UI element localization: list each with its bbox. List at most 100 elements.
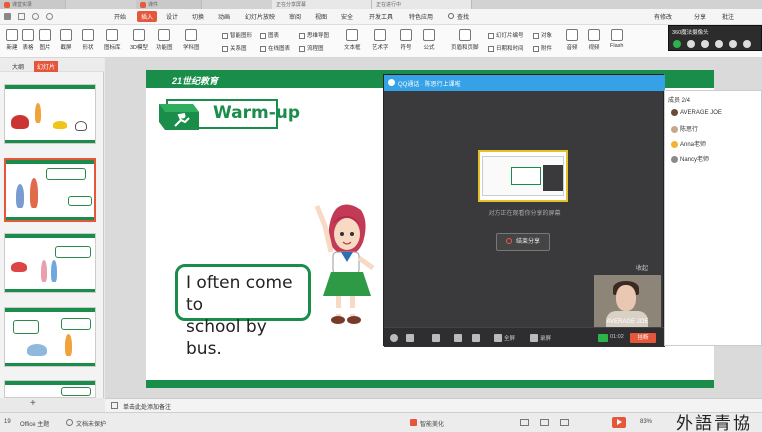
stop-sharing-button[interactable]: 结束分享 [496,233,550,251]
fullscreen-icon[interactable] [494,334,502,342]
whiteboard-icon[interactable] [472,334,480,342]
browser-tab[interactable]: 正在进行中 [372,0,472,9]
menu-view[interactable]: 视图 [315,12,327,21]
subject-chart-button[interactable]: 学科图 [183,29,200,51]
datetime-button[interactable]: 日期和时间 [488,44,524,52]
wordart-button[interactable]: 艺术字 [372,29,389,51]
object-button[interactable]: 对象 [533,31,552,39]
play-slideshow-button[interactable] [612,417,626,428]
menu-insert[interactable]: 插入 [137,11,158,22]
minus-icon[interactable] [687,40,695,48]
add-slide-plus-icon[interactable]: + [30,398,36,409]
screenshot-button[interactable]: 截屏 [60,29,72,51]
picture-button[interactable]: 图片 [39,29,51,51]
symbol-button[interactable]: 符号 [400,29,412,51]
3d-model-button[interactable]: 3D模型 [130,29,148,51]
normal-view-icon[interactable] [520,419,529,426]
slide-thumbnail[interactable] [4,307,96,367]
new-slide-button[interactable]: 新建 [6,29,18,51]
menu-design[interactable]: 设计 [166,12,178,21]
camera-mini-window[interactable]: 360魔法摄像头 [668,25,762,51]
qq-title-bar[interactable]: QQ通话 · 陈思行上课啦 [384,75,665,91]
menu-review[interactable]: 审阅 [289,12,301,21]
flowchart-button[interactable]: 流程图 [299,44,324,52]
icon-library-button[interactable]: 图标库 [104,29,121,51]
hamburger-icon[interactable] [4,13,11,20]
menu-slideshow[interactable]: 幻灯片放映 [245,12,275,21]
smartart-button[interactable]: 智能图形 [222,31,252,39]
changes-button[interactable]: 有修改 [654,12,672,21]
online-chart-button[interactable]: 在线图表 [260,44,290,52]
search-icon[interactable] [448,13,454,19]
table-button[interactable]: 表格 [22,29,34,51]
speaker-icon[interactable] [406,334,414,342]
slide-thumbnail-selected[interactable] [4,158,96,222]
slide-thumbnail[interactable] [4,233,96,293]
camera-icon[interactable] [432,334,440,342]
save-icon[interactable] [18,13,25,20]
notes-pane[interactable]: 单击此处添加备注 [105,398,762,412]
audio-button[interactable]: 音频 [566,29,578,51]
brand-logo: 21世纪教育 [172,76,219,86]
share-button[interactable]: 分享 [694,12,706,21]
collapse-button[interactable]: 收起 [636,263,648,272]
tab-outline[interactable]: 大纲 [12,62,24,71]
slide-number-button[interactable]: 幻灯片编号 [488,31,524,39]
menu-start[interactable]: 开始 [114,12,126,21]
camera-icon[interactable] [701,40,709,48]
browser-tab[interactable]: 课堂实录 [0,0,66,9]
slide-sorter-icon[interactable] [540,419,549,426]
microphone-icon[interactable] [390,334,398,342]
comment-button[interactable]: 批注 [722,12,734,21]
relation-chart-button[interactable]: 关系图 [222,44,247,52]
reading-view-icon[interactable] [560,419,569,426]
shape-button[interactable]: 形状 [82,29,94,51]
thumb-bike [75,121,87,131]
tab-label: 课件 [148,2,159,8]
menu-animation[interactable]: 动画 [218,12,230,21]
member-item[interactable]: Nancy老师 [671,154,709,163]
header-footer-button[interactable]: 页眉和页脚 [451,29,479,51]
undo-icon[interactable] [32,13,39,20]
mindmap-button[interactable]: 思维导图 [299,31,329,39]
menu-security[interactable]: 安全 [341,12,353,21]
menu-search[interactable]: 查找 [457,12,469,21]
tools-icon[interactable] [715,40,723,48]
tab-slides[interactable]: 幻灯片 [34,61,59,72]
browser-tab[interactable]: 正在分享屏幕 [272,0,372,9]
qq-call-window[interactable]: QQ通话 · 陈思行上课啦 对方正在观看你分享的屏幕 结束分享 收起 AVERA… [383,74,665,347]
attachment-button[interactable]: 附件 [533,44,552,52]
menu-transition[interactable]: 切换 [192,12,204,21]
member-item[interactable]: AVERAGE JOE [671,109,722,116]
fullscreen-label[interactable]: 全屏 [504,334,515,342]
pause-icon[interactable] [673,40,681,48]
thumb-bubble [61,318,91,330]
zoom-level[interactable]: 83% [640,419,652,425]
ribbon-label: 视频 [588,45,600,51]
member-item[interactable]: Anna老师 [671,139,706,148]
menu-features[interactable]: 特色应用 [409,12,433,21]
video-button[interactable]: 视频 [588,29,600,51]
window-tab-strip: 课堂实录 课件 正在分享屏幕 正在进行中 [0,0,762,9]
settings-icon[interactable] [743,40,751,48]
record-icon[interactable] [530,334,538,342]
screen-icon[interactable] [729,40,737,48]
flash-button[interactable]: Flash [610,29,623,49]
hang-up-button[interactable]: 挂断 [630,333,656,343]
chart-button[interactable]: 图表 [260,31,279,39]
slide-thumbnail[interactable] [4,84,96,144]
screen-share-icon[interactable] [454,334,462,342]
protect-status[interactable]: 文档未保护 [76,419,106,428]
smart-beauty-button[interactable]: 智能美化 [420,419,444,428]
function-chart-button[interactable]: 功能图 [156,29,173,51]
record-label[interactable]: 录屏 [540,334,551,342]
formula-button[interactable]: 公式 [423,29,435,51]
menu-developer[interactable]: 开发工具 [369,12,393,21]
browser-tab[interactable]: 课件 [136,0,202,9]
mini-window-title: 360魔法摄像头 [672,30,709,36]
textbox-button[interactable]: 文本框 [344,29,361,51]
member-item[interactable]: 陈思行 [671,124,698,133]
members-panel: 成员 2/4 AVERAGE JOE 陈思行 Anna老师 Nancy老师 [664,90,762,346]
slide-thumbnail[interactable] [4,380,96,398]
redo-icon[interactable] [46,13,53,20]
